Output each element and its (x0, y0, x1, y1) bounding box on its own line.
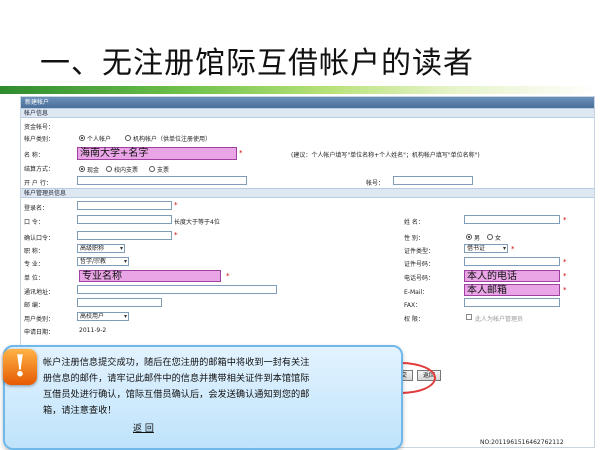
required-mark: * (511, 245, 515, 253)
id-no-input[interactable] (464, 257, 560, 266)
radio-personal[interactable] (79, 135, 85, 141)
unit-label: 单 位： (24, 275, 44, 282)
password-hint: 长度大于等于4位 (174, 219, 220, 226)
password-input[interactable] (77, 215, 172, 224)
account-no-label: 帐号： (366, 180, 385, 187)
gender-label: 性 别： (404, 235, 424, 242)
radio-institution[interactable] (125, 135, 131, 141)
popup-message: 帐户注册信息提交成功，随后在您注册的邮箱中将收到一封有关注 册信息的邮件，请牢记… (43, 355, 373, 419)
title-divider (0, 86, 600, 94)
privilege-checkbox[interactable] (466, 314, 472, 320)
required-mark: * (563, 272, 567, 280)
bank-label: 开 户 行： (24, 180, 52, 187)
account-type-label: 帐户类别： (24, 136, 55, 143)
postcode-label: 邮 编： (24, 302, 44, 309)
popup-line-2: 册信息的邮件，请牢记此邮件中的信息并携带相关证件到本馆馆际 (43, 373, 310, 384)
login-label: 登录名： (24, 205, 49, 212)
popup-line-4: 箱，请注意查收！ (43, 405, 117, 416)
unit-input[interactable]: 专业名称 (79, 270, 221, 282)
slide-title: 一、无注册馆际互借帐户的读者 (40, 46, 474, 81)
radio-cash[interactable] (79, 166, 85, 172)
privilege-option-label: 此人为帐户管理员 (475, 316, 524, 323)
fund-account-label: 资金帐号： (24, 124, 55, 131)
user-type-label: 用户类别： (24, 316, 55, 323)
radio-cash-label: 现金 (87, 167, 100, 174)
required-mark: * (174, 231, 178, 239)
major-select[interactable]: 哲学/宗教 (77, 257, 129, 266)
bank-input[interactable] (77, 176, 247, 185)
required-mark: * (226, 272, 230, 280)
required-mark: * (174, 201, 178, 209)
id-type-label: 证件类型： (404, 248, 435, 255)
form-header: 新建帐户 (21, 97, 594, 108)
title-select[interactable]: 高级职称 (77, 244, 125, 253)
privilege-label: 权 限： (404, 316, 424, 323)
id-type-select[interactable]: 借书证 (464, 244, 508, 253)
fax-label: FAX： (404, 302, 422, 309)
required-mark: * (563, 258, 567, 266)
radio-female-label: 女 (495, 235, 502, 242)
login-input[interactable] (77, 201, 172, 210)
settle-label: 结算方式： (24, 166, 55, 173)
section-admin: 帐户管理员信息 (21, 188, 594, 198)
address-label: 通讯地址： (24, 289, 55, 296)
radio-female[interactable] (487, 234, 493, 240)
phone-input[interactable]: 本人的电话 (464, 270, 560, 282)
email-label: E-Mail： (404, 289, 429, 296)
email-input[interactable]: 本人邮箱 (464, 284, 560, 296)
success-popup: ! 帐户注册信息提交成功，随后在您注册的邮箱中将收到一封有关注 册信息的邮件，请… (3, 345, 403, 450)
popup-line-3: 互借员处进行确认，馆际互借员确认后，会发送确认通知到您的邮 (43, 389, 310, 400)
popup-back-link[interactable]: 返 回 (133, 421, 154, 434)
section-account: 帐户信息 (21, 108, 594, 118)
required-mark: * (563, 286, 567, 294)
popup-line-1: 帐户注册信息提交成功，随后在您注册的邮箱中将收到一封有关注 (43, 357, 310, 368)
exclamation-icon: ! (3, 349, 37, 385)
radio-male-label: 男 (474, 235, 481, 242)
address-input[interactable] (77, 285, 277, 294)
phone-label: 电话号码： (404, 275, 435, 282)
radio-male[interactable] (466, 234, 472, 240)
date-label: 申请日期： (24, 329, 55, 336)
date-value: 2011-9-2 (79, 327, 107, 334)
radio-personal-label: 个人帐户 (87, 136, 112, 143)
account-no-input[interactable] (393, 176, 473, 185)
footer-serial: NO:2011961516462762112 (480, 439, 564, 446)
radio-check[interactable] (149, 166, 155, 172)
user-type-select[interactable]: 高校用户 (77, 312, 129, 321)
title-label: 职 称： (24, 248, 44, 255)
major-label: 专 业： (24, 261, 44, 268)
id-no-label: 证件号码： (404, 261, 435, 268)
real-name-input[interactable] (464, 215, 560, 224)
name-hint: (建议：个人帐户填写"单位名称+个人姓名"；机构帐户填写"单位名称") (291, 152, 480, 159)
radio-campus[interactable] (106, 166, 112, 172)
name-label: 名 称： (24, 152, 44, 159)
confirm-label: 确认口令： (24, 235, 55, 242)
fax-input[interactable] (464, 298, 560, 307)
confirm-input[interactable] (77, 231, 172, 240)
required-mark: * (239, 149, 243, 157)
radio-check-label: 支票 (157, 167, 170, 174)
radio-institution-label: 机构帐户（供单位注册使用） (133, 136, 212, 143)
postcode-input[interactable] (77, 298, 162, 307)
name-input[interactable]: 海南大学+名字 (77, 147, 237, 160)
required-mark: * (563, 216, 567, 224)
password-label: 口 令： (24, 219, 44, 226)
real-name-label: 姓 名： (404, 219, 424, 226)
radio-campus-label: 校内支票 (114, 167, 139, 174)
